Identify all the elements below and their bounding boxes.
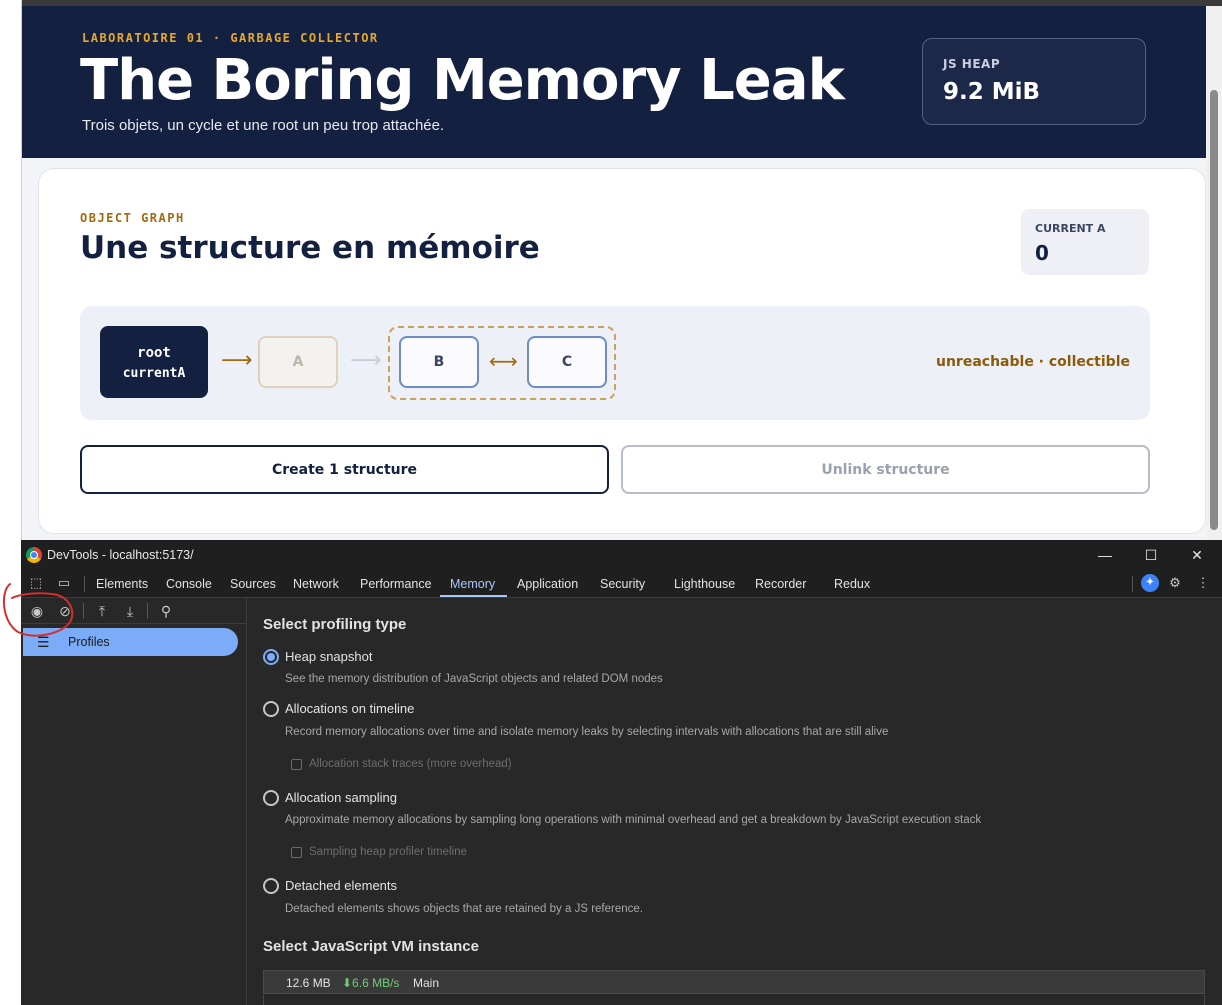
allocation-sampling-description: Approximate memory allocations by sampli… bbox=[285, 814, 982, 826]
graph-status: unreachable · collectible bbox=[936, 354, 1130, 370]
tab-separator bbox=[84, 576, 85, 592]
root-node-ref: currentA bbox=[122, 366, 186, 381]
window-margin bbox=[0, 0, 22, 540]
more-options-icon[interactable]: ⋮ bbox=[1195, 575, 1211, 591]
js-heap-panel: JS HEAP 9.2 MiB bbox=[922, 38, 1146, 125]
page-scrollbar[interactable] bbox=[1206, 6, 1222, 540]
collect-garbage-icon[interactable]: ⚲ bbox=[157, 602, 175, 620]
memory-main-panel: Select profiling type Heap snapshot See … bbox=[248, 598, 1222, 1005]
record-icon[interactable]: ◉ bbox=[28, 602, 46, 620]
vm-instance-heading: Select JavaScript VM instance bbox=[263, 938, 479, 955]
minimize-icon[interactable]: — bbox=[1090, 544, 1120, 566]
js-heap-label: JS HEAP bbox=[943, 57, 1001, 71]
chrome-logo-icon bbox=[26, 547, 42, 563]
heap-snapshot-label: Heap snapshot bbox=[285, 649, 373, 664]
stack-traces-label: Allocation stack traces (more overhead) bbox=[309, 758, 512, 770]
page-title: The Boring Memory Leak bbox=[80, 48, 845, 113]
active-tab-indicator bbox=[440, 595, 507, 597]
stack-traces-checkbox[interactable] bbox=[291, 759, 302, 770]
tab-elements[interactable]: Elements bbox=[96, 577, 148, 591]
tab-performance[interactable]: Performance bbox=[360, 577, 432, 591]
memory-sidebar: ◉ ⊘ ⤒ ⤓ ⚲ ☰ Profiles bbox=[21, 598, 247, 1005]
sidebar-item-label: Profiles bbox=[68, 635, 110, 649]
create-structure-button[interactable]: Create 1 structure bbox=[80, 445, 609, 494]
toolbar-separator bbox=[83, 603, 84, 619]
card-title: Une structure en mémoire bbox=[80, 230, 540, 266]
heap-snapshot-description: See the memory distribution of JavaScrip… bbox=[285, 673, 663, 685]
tab-redux[interactable]: Redux bbox=[834, 577, 870, 591]
detached-elements-label: Detached elements bbox=[285, 878, 398, 893]
detached-elements-description: Detached elements shows objects that are… bbox=[285, 903, 643, 915]
toolbar-separator bbox=[147, 603, 148, 619]
web-page: LABORATOIRE 01 · GARBAGE COLLECTOR The B… bbox=[22, 0, 1222, 540]
arrow-right-icon: ⟶ bbox=[350, 348, 382, 373]
tab-memory[interactable]: Memory bbox=[450, 577, 495, 591]
node-a: A bbox=[258, 336, 338, 388]
memory-toolbar: ◉ ⊘ ⤒ ⤓ ⚲ bbox=[21, 598, 247, 624]
allocation-sampling-radio[interactable] bbox=[263, 790, 279, 806]
sampling-timeline-checkbox[interactable] bbox=[291, 847, 302, 858]
allocations-timeline-description: Record memory allocations over time and … bbox=[285, 726, 889, 738]
ai-assistance-icon[interactable]: ✦ bbox=[1141, 574, 1159, 592]
vm-heap-rate: ⬇6.6 MB/s bbox=[342, 976, 400, 990]
tab-separator bbox=[1132, 576, 1133, 592]
card-kicker: OBJECT GRAPH bbox=[80, 211, 185, 225]
vm-list-continuation bbox=[263, 995, 1205, 1005]
tab-sources[interactable]: Sources bbox=[230, 577, 276, 591]
tab-console[interactable]: Console bbox=[166, 577, 212, 591]
sidebar-item-profiles[interactable]: ☰ Profiles bbox=[23, 628, 238, 656]
node-c: C bbox=[527, 336, 607, 388]
profiles-sliders-icon: ☰ bbox=[37, 634, 50, 650]
arrow-bidirectional-icon: ⟷ bbox=[489, 349, 518, 373]
detached-elements-radio[interactable] bbox=[263, 878, 279, 894]
gear-icon[interactable]: ⚙ bbox=[1167, 575, 1183, 591]
vm-instance-row[interactable]: 12.6 MB ⬇6.6 MB/s Main bbox=[263, 970, 1205, 994]
current-a-label: CURRENT A bbox=[1035, 222, 1106, 235]
close-icon[interactable]: ✕ bbox=[1182, 544, 1212, 566]
tab-security[interactable]: Security bbox=[600, 577, 645, 591]
root-node-label: root bbox=[137, 345, 171, 361]
hero-kicker: LABORATOIRE 01 · GARBAGE COLLECTOR bbox=[82, 31, 379, 45]
device-toolbar-icon[interactable]: ▭ bbox=[56, 575, 72, 591]
download-icon[interactable]: ⤓ bbox=[121, 602, 139, 620]
devtools-tabbar: ⬚ ▭ Elements Console Sources Network Per… bbox=[21, 570, 1222, 598]
hero-header: LABORATOIRE 01 · GARBAGE COLLECTOR The B… bbox=[22, 6, 1206, 158]
allocations-timeline-radio[interactable] bbox=[263, 701, 279, 717]
devtools-titlebar: DevTools - localhost:5173/ — ☐ ✕ bbox=[21, 540, 1222, 570]
node-b: B bbox=[399, 336, 479, 388]
inspect-element-icon[interactable]: ⬚ bbox=[28, 575, 44, 591]
allocation-sampling-label: Allocation sampling bbox=[285, 790, 398, 805]
vm-heap-size: 12.6 MB bbox=[286, 976, 331, 990]
unlink-structure-button[interactable]: Unlink structure bbox=[621, 445, 1150, 494]
current-a-panel: CURRENT A 0 bbox=[1021, 209, 1149, 275]
devtools-window: DevTools - localhost:5173/ — ☐ ✕ ⬚ ▭ Ele… bbox=[21, 540, 1222, 1005]
heap-snapshot-radio[interactable] bbox=[263, 649, 279, 665]
tab-recorder[interactable]: Recorder bbox=[755, 577, 806, 591]
page-scrollbar-thumb[interactable] bbox=[1210, 90, 1218, 530]
clear-icon[interactable]: ⊘ bbox=[56, 602, 74, 620]
hero-subtitle: Trois objets, un cycle et une root un pe… bbox=[82, 117, 445, 134]
profiling-type-heading: Select profiling type bbox=[263, 616, 407, 633]
arrow-right-icon: ⟶ bbox=[221, 348, 253, 373]
tab-network[interactable]: Network bbox=[293, 577, 339, 591]
tab-lighthouse[interactable]: Lighthouse bbox=[674, 577, 735, 591]
allocations-timeline-label: Allocations on timeline bbox=[285, 701, 415, 716]
object-graph-card: OBJECT GRAPH Une structure en mémoire CU… bbox=[38, 168, 1206, 534]
current-a-value: 0 bbox=[1035, 241, 1049, 265]
devtools-title: DevTools - localhost:5173/ bbox=[47, 548, 194, 562]
sampling-timeline-label: Sampling heap profiler timeline bbox=[309, 846, 467, 858]
maximize-icon[interactable]: ☐ bbox=[1136, 544, 1166, 566]
upload-icon[interactable]: ⤒ bbox=[93, 602, 111, 620]
js-heap-value: 9.2 MiB bbox=[943, 79, 1041, 105]
root-node: root currentA bbox=[100, 326, 208, 398]
object-graph: root currentA ⟶ A ⟶ B ⟷ C unreachable · … bbox=[80, 306, 1150, 420]
vm-instance-name: Main bbox=[413, 976, 440, 990]
tab-application[interactable]: Application bbox=[517, 577, 578, 591]
